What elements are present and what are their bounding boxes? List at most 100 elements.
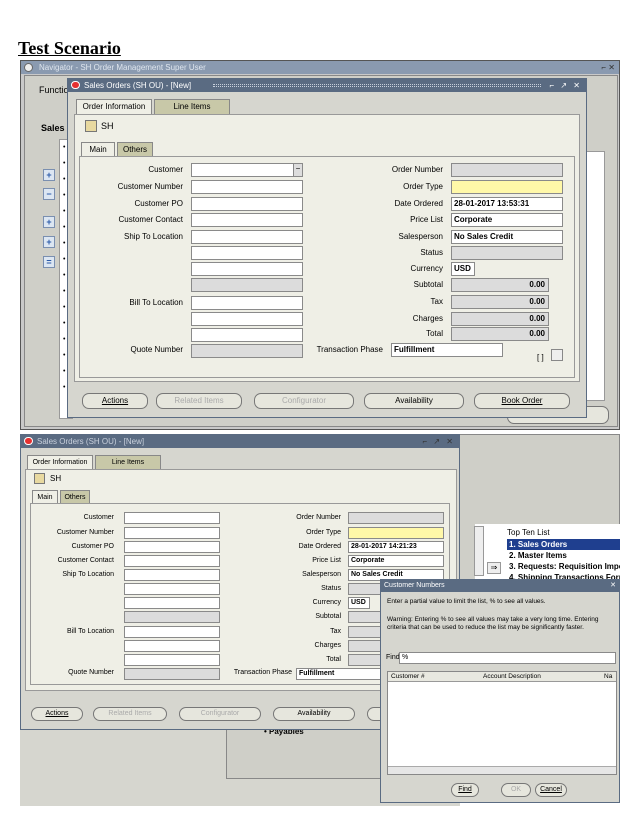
subtab-main[interactable]: Main (81, 142, 115, 156)
label-order-number: Order Number (391, 165, 443, 174)
label-transaction-phase: Transaction Phase (316, 345, 383, 354)
oracle-icon (71, 81, 80, 89)
customer-lov-button[interactable]: − (293, 164, 302, 176)
actions-button[interactable]: Actions (82, 393, 148, 409)
label-customer-number: Customer Number (56, 529, 114, 536)
subtab-others[interactable]: Others (117, 142, 153, 156)
salesperson-field[interactable]: No Sales Credit (451, 230, 563, 244)
availability-button[interactable]: Availability (273, 707, 355, 721)
ship-to-location-field[interactable] (191, 230, 303, 244)
tax-field (348, 626, 382, 638)
ship-to-address-line (191, 262, 303, 276)
label-order-type: Order Type (306, 529, 341, 536)
ship-to-address-line (124, 583, 220, 595)
label-tax: Tax (430, 297, 443, 306)
availability-button[interactable]: Availability (364, 393, 464, 409)
order-panel: SH Main Others Customer Customer Number … (74, 114, 580, 382)
top-ten-item[interactable]: 2. Master Items (509, 551, 567, 560)
transaction-phase-field[interactable]: Fulfillment (296, 668, 382, 680)
expand-branch-icon[interactable]: + (43, 236, 55, 248)
customer-numbers-dialog: Customer Numbers ✕ Enter a partial value… (380, 579, 620, 803)
top-ten-item[interactable]: 1. Sales Orders (507, 539, 620, 550)
customer-header-label: SH (101, 121, 114, 131)
transfer-arrow-icon[interactable]: ⇒ (487, 562, 501, 574)
collapse-icon[interactable]: − (43, 188, 55, 200)
order-number-field (348, 512, 444, 524)
ship-to-location-field[interactable] (124, 569, 220, 581)
tab-order-information[interactable]: Order Information (27, 455, 93, 469)
top-ten-item[interactable]: 3. Requests: Requisition Import (509, 562, 620, 571)
customer-number-field[interactable] (191, 180, 303, 194)
list-scrollbar[interactable] (474, 526, 484, 576)
navigator-sales-label: Sales ( (41, 123, 71, 133)
column-name[interactable]: Na (604, 672, 612, 682)
customer-contact-field[interactable] (191, 213, 303, 227)
label-price-list: Price List (410, 215, 443, 224)
sales-orders-title: Sales Orders (SH OU) - [New] (84, 81, 192, 90)
label-bill-to-location: Bill To Location (129, 298, 183, 307)
related-items-button[interactable]: Related Items (156, 393, 242, 409)
currency-field[interactable]: USD (348, 597, 370, 609)
subtab-others[interactable]: Others (60, 490, 90, 503)
configurator-button[interactable]: Configurator (179, 707, 261, 721)
label-order-number: Order Number (296, 514, 341, 521)
flex-field-bracket[interactable]: [ ] (537, 353, 544, 362)
bill-to-location-field[interactable] (124, 626, 220, 638)
quote-number-field (191, 344, 303, 358)
ship-to-address-line (124, 611, 220, 623)
configurator-button[interactable]: Configurator (254, 393, 354, 409)
column-account-description[interactable]: Account Description (483, 672, 541, 682)
price-list-field[interactable]: Corporate (348, 555, 444, 567)
price-list-field[interactable]: Corporate (451, 213, 563, 227)
bill-to-address-line (124, 640, 220, 652)
bill-to-address-line (191, 328, 303, 342)
date-ordered-field[interactable]: 28-01-2017 14:21:23 (348, 541, 444, 553)
expand-icon[interactable]: + (43, 169, 55, 181)
flex-field-box[interactable] (551, 349, 563, 361)
customer-number-field[interactable] (124, 527, 220, 539)
horizontal-scrollbar[interactable] (388, 766, 616, 774)
customer-field[interactable] (124, 512, 220, 524)
currency-field[interactable]: USD (451, 262, 475, 276)
ship-to-address-line (191, 246, 303, 260)
window-controls[interactable]: ⌐ ↗ ✕ (549, 79, 582, 92)
transaction-phase-field[interactable]: Fulfillment (391, 343, 503, 357)
label-subtotal: Subtotal (315, 613, 341, 620)
find-label: Find (386, 654, 400, 661)
dialog-cancel-button[interactable]: Cancel (535, 783, 567, 797)
dialog-ok-button[interactable]: OK (501, 783, 531, 797)
label-tax: Tax (330, 628, 341, 635)
bill-to-address-line (191, 312, 303, 326)
find-input[interactable]: % (399, 652, 616, 664)
label-status: Status (420, 248, 443, 257)
tab-line-items[interactable]: Line Items (154, 99, 230, 114)
actions-button[interactable]: Actions (31, 707, 83, 721)
navigator-controls[interactable]: ⌐ ✕ (601, 61, 615, 74)
tab-line-items[interactable]: Line Items (95, 455, 161, 469)
customer-contact-field[interactable] (124, 555, 220, 567)
collapse-all-icon[interactable]: = (43, 256, 55, 268)
related-items-button[interactable]: Related Items (93, 707, 167, 721)
subtab-main[interactable]: Main (32, 490, 58, 503)
tab-order-information[interactable]: Order Information (76, 99, 152, 114)
window-controls[interactable]: ⌐ ↗ ✕ (422, 435, 455, 448)
dialog-find-button[interactable]: Find (451, 783, 479, 797)
date-ordered-field[interactable]: 28-01-2017 13:53:31 (451, 197, 563, 211)
customer-field[interactable] (191, 163, 303, 177)
column-customer-number[interactable]: Customer # (391, 672, 425, 682)
customer-po-field[interactable] (124, 541, 220, 553)
status-field (451, 246, 563, 260)
navigator-icon (24, 63, 33, 72)
sales-orders-titlebar: Sales Orders (SH OU) - [New] ⌐ ↗ ✕ (21, 435, 459, 448)
dialog-close-icon[interactable]: ✕ (610, 580, 616, 592)
order-type-field[interactable] (348, 527, 444, 539)
customer-po-field[interactable] (191, 197, 303, 211)
expand-all-icon[interactable]: + (43, 216, 55, 228)
order-type-field[interactable] (451, 180, 563, 194)
label-date-ordered: Date Ordered (298, 543, 341, 550)
bill-to-location-field[interactable] (191, 296, 303, 310)
total-field: 0.00 (451, 327, 549, 341)
label-customer-contact: Customer Contact (57, 557, 114, 564)
book-order-button[interactable]: Book Order (474, 393, 570, 409)
customer-header-icon (85, 120, 97, 132)
